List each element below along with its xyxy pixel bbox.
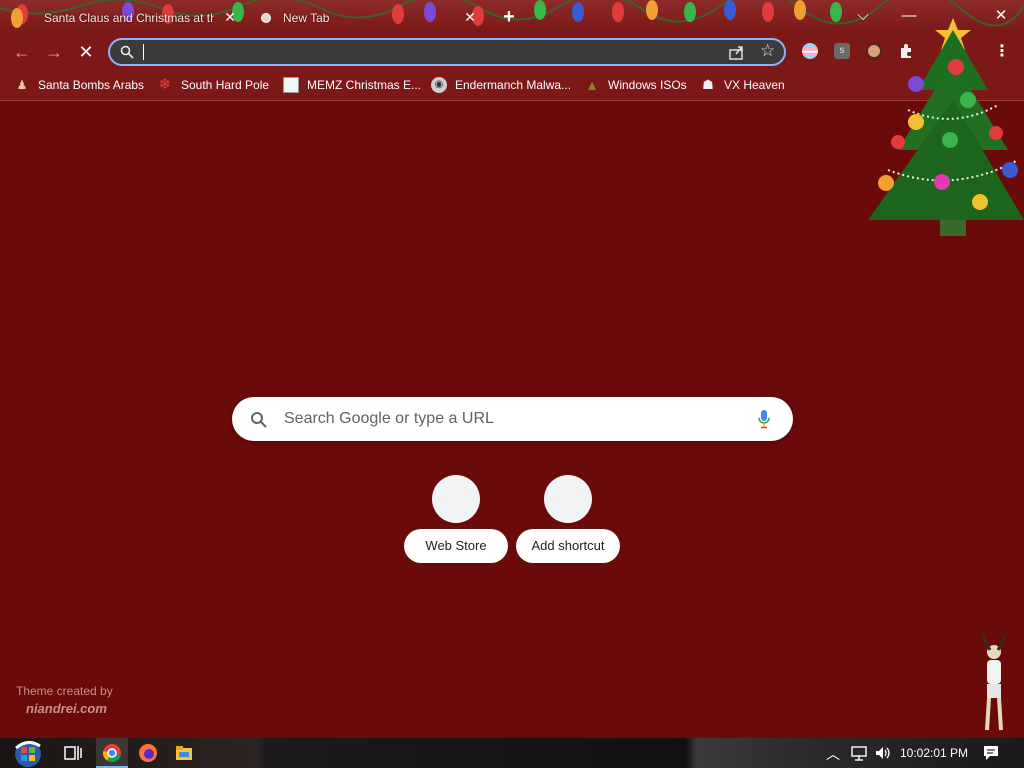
tab-title: New Tab xyxy=(283,11,330,25)
shortcut-tile-icon xyxy=(544,475,592,523)
tab-new-tab[interactable]: New Tab ✕ xyxy=(246,4,486,32)
extension-s-icon[interactable]: s xyxy=(834,43,850,59)
address-bar[interactable]: ☆ xyxy=(108,38,786,66)
bookmark-label: South Hard Pole xyxy=(181,78,270,92)
bookmark-memz-christmas[interactable]: MEMZ Christmas E... xyxy=(283,76,421,94)
start-button-icon[interactable] xyxy=(10,738,46,768)
vx-icon: ☗ xyxy=(702,77,714,92)
file-explorer-icon[interactable] xyxy=(173,742,195,764)
google-search-box[interactable]: Search Google or type a URL xyxy=(232,397,793,441)
shortcut-web-store[interactable]: Web Store xyxy=(404,475,508,563)
theme-credit-link[interactable]: niandrei.com xyxy=(26,701,107,716)
shortcut-tile-icon xyxy=(432,475,480,523)
bulb-favicon-icon xyxy=(11,8,23,28)
bookmark-south-hard-pole[interactable]: ❄ South Hard Pole xyxy=(157,76,269,94)
bookmark-vx-heaven[interactable]: ☗ VX Heaven xyxy=(700,76,785,94)
shortcut-add[interactable]: Add shortcut xyxy=(516,475,620,563)
search-icon xyxy=(251,412,267,428)
bookmark-label: Windows ISOs xyxy=(608,78,687,92)
back-button[interactable]: ← xyxy=(10,40,34,64)
share-icon[interactable] xyxy=(728,43,746,61)
bookmark-windows-isos[interactable]: ▲ Windows ISOs xyxy=(584,76,687,94)
shortcut-label: Web Store xyxy=(404,529,508,563)
santa-icon: ♟ xyxy=(16,78,28,92)
extension-flag-icon[interactable] xyxy=(802,43,818,59)
page-icon xyxy=(283,77,299,93)
stop-loading-button[interactable]: ✕ xyxy=(74,40,98,64)
creature-icon: ◉ xyxy=(431,77,447,93)
network-icon[interactable] xyxy=(850,744,868,762)
volume-icon[interactable] xyxy=(874,744,892,762)
windows-taskbar: ︿ 10:02:01 PM xyxy=(0,738,1024,768)
tree-icon: ▲ xyxy=(585,77,599,93)
bookmark-label: MEMZ Christmas E... xyxy=(307,78,422,92)
tab-close-icon[interactable]: ✕ xyxy=(222,9,238,25)
bookmark-label: Endermanch Malwa... xyxy=(455,78,572,92)
bookmark-label: VX Heaven xyxy=(724,78,785,92)
tab-title: Santa Claus and Christmas at the xyxy=(44,11,214,25)
firefox-taskbar-icon[interactable] xyxy=(137,742,159,764)
snowflake-icon: ❄ xyxy=(158,76,172,93)
search-icon xyxy=(120,45,134,59)
tab-santa-claus[interactable]: Santa Claus and Christmas at the ✕ xyxy=(6,4,246,32)
dancing-figure-decoration xyxy=(980,633,1008,731)
show-hidden-icons-chevron-icon[interactable]: ︿ xyxy=(826,744,840,764)
chrome-taskbar-icon[interactable] xyxy=(101,742,123,764)
search-placeholder: Search Google or type a URL xyxy=(284,410,494,427)
new-tab-button[interactable]: + xyxy=(500,7,518,27)
bookmark-star-icon[interactable]: ☆ xyxy=(760,41,775,61)
bookmark-endermanch-malware[interactable]: ◉ Endermanch Malwa... xyxy=(431,76,571,94)
tab-close-icon[interactable]: ✕ xyxy=(462,9,478,25)
theme-credit-label: Theme created by xyxy=(16,684,113,698)
microphone-icon[interactable] xyxy=(757,409,771,429)
text-caret xyxy=(143,44,144,60)
shortcut-label: Add shortcut xyxy=(516,529,620,563)
bookmark-santa-bombs-arabs[interactable]: ♟ Santa Bombs Arabs xyxy=(14,76,144,94)
action-center-icon[interactable] xyxy=(982,744,1000,762)
taskbar-clock[interactable]: 10:02:01 PM xyxy=(900,746,968,760)
forward-button[interactable]: → xyxy=(42,40,66,64)
chrome-favicon-icon xyxy=(261,13,271,23)
christmas-tree-decoration xyxy=(868,18,1024,236)
bookmark-label: Santa Bombs Arabs xyxy=(38,78,145,92)
task-view-icon[interactable] xyxy=(62,742,84,764)
